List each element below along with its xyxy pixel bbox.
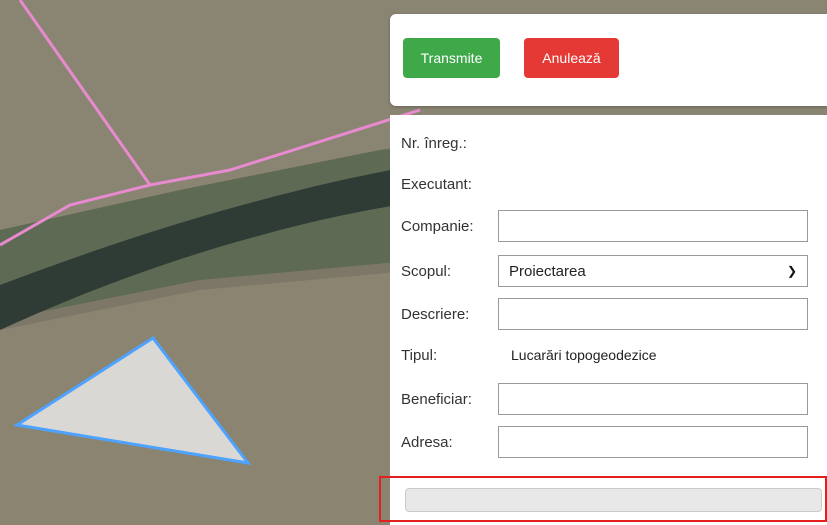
submit-button[interactable]: Transmite: [403, 38, 500, 78]
tipul-value: Lucarări topogeodezice: [511, 347, 657, 363]
scopul-selected-value: Proiectarea: [509, 262, 586, 280]
nr-row: Nr. înreg.:: [401, 127, 467, 159]
scopul-row: Scopul: Proiectarea ❯: [401, 255, 821, 287]
companie-input[interactable]: [498, 210, 808, 242]
scopul-select[interactable]: Proiectarea ❯: [498, 255, 808, 287]
descriere-label: Descriere:: [401, 305, 470, 323]
executant-label: Executant:: [401, 175, 472, 193]
executant-row: Executant:: [401, 168, 472, 200]
tipul-label: Tipul:: [401, 346, 438, 364]
nr-label: Nr. înreg.:: [401, 134, 467, 152]
descriere-row: Descriere:: [401, 298, 821, 330]
form-panel: Nr. înreg.: Executant: Companie: Scopul:…: [390, 115, 827, 525]
companie-row: Companie:: [401, 210, 821, 242]
adresa-row: Adresa:: [401, 426, 821, 458]
progress-highlight: [379, 476, 827, 522]
descriere-input[interactable]: [498, 298, 808, 330]
adresa-input[interactable]: [498, 426, 808, 458]
progress-bar: [405, 488, 822, 512]
cancel-button[interactable]: Anulează: [524, 38, 619, 78]
beneficiar-row: Beneficiar:: [401, 383, 821, 415]
scopul-label: Scopul:: [401, 262, 452, 280]
adresa-label: Adresa:: [401, 433, 453, 451]
companie-label: Companie:: [401, 217, 474, 235]
tipul-row: Tipul: Lucarări topogeodezice: [401, 339, 821, 371]
beneficiar-input[interactable]: [498, 383, 808, 415]
chevron-down-icon: ❯: [786, 264, 797, 278]
beneficiar-label: Beneficiar:: [401, 390, 472, 408]
action-panel: Transmite Anulează: [390, 14, 827, 106]
